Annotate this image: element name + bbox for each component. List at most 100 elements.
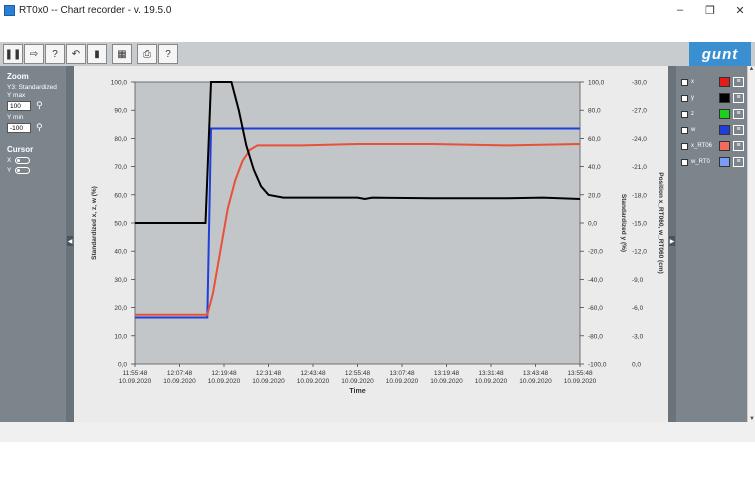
x-tick-time-label: 13:07:48 — [389, 370, 415, 377]
x-tick-date-label: 10.09.2020 — [475, 378, 508, 385]
y-right2-tick-label: -12,0 — [632, 249, 647, 256]
zoom-magnifier-icon[interactable]: ⚲ — [36, 100, 43, 111]
x-tick-date-label: 10.09.2020 — [163, 378, 196, 385]
y-right-tick-label: 40,0 — [588, 164, 601, 171]
y-right-tick-label: 60,0 — [588, 136, 601, 143]
channel-menu-icon[interactable]: ≡ — [733, 157, 744, 167]
channel-checkbox[interactable] — [681, 110, 688, 118]
y-left-axis-label: Standardized x, z, w (%) — [91, 186, 98, 260]
x-tick-time-label: 12:19:48 — [211, 370, 237, 377]
scroll-down-icon[interactable]: ▼ — [748, 416, 755, 422]
zoom-magnifier-icon[interactable]: ⚲ — [36, 122, 43, 133]
y-right2-tick-label: -27,0 — [632, 108, 647, 115]
chart: 100,0 90,0 80,0 70,0 60,0 50,0 40,0 30,0 20,0 10,… — [91, 80, 664, 396]
x-tick-time-label: 12:07:48 — [167, 370, 193, 377]
channel-color-swatch[interactable] — [719, 77, 730, 87]
maximize-button[interactable]: ❐ — [695, 0, 725, 20]
channel-row-y: y ≡ — [676, 90, 747, 106]
ymax-label: Y max — [7, 92, 26, 99]
channel-color-swatch[interactable] — [719, 141, 730, 151]
printer-icon: ⎙ — [143, 48, 151, 60]
ymax-input[interactable]: 100 — [7, 100, 31, 111]
left-panel-splitter[interactable]: ◀ — [66, 66, 74, 422]
close-button[interactable]: ✕ — [725, 0, 755, 20]
window-title: RT0x0 -- Chart recorder - v. 19.5.0 — [19, 4, 172, 16]
channel-name: y — [691, 95, 694, 101]
cursor-y-label: Y — [7, 167, 12, 174]
x-tick-time-label: 12:43:48 — [300, 370, 326, 377]
x-tick-date-label: 10.09.2020 — [564, 378, 597, 385]
y-right-tick-label: -80,0 — [588, 333, 603, 340]
export-button[interactable]: ⇨ — [24, 44, 44, 64]
x-axis-label: Time — [349, 388, 365, 395]
collapse-right-icon[interactable]: ▶ — [669, 236, 675, 246]
channel-checkbox[interactable] — [681, 142, 688, 150]
pause-button[interactable]: ❚❚ — [3, 44, 23, 64]
vertical-scrollbar[interactable]: ▲ ▼ — [747, 66, 755, 422]
y-right-tick-label: 100,0 — [588, 80, 605, 87]
x-tick-date-label: 10.09.2020 — [252, 378, 285, 385]
x-tick-date-label: 10.09.2020 — [341, 378, 374, 385]
y-left-tick-label: 30,0 — [114, 277, 127, 284]
ymin-label: Y min — [7, 114, 24, 121]
channel-menu-icon[interactable]: ≡ — [733, 77, 744, 87]
title-bar: RT0x0 -- Chart recorder - v. 19.5.0 – ❐ … — [0, 0, 755, 20]
channel-checkbox[interactable] — [681, 94, 688, 102]
minimize-button[interactable]: – — [665, 0, 695, 20]
channel-row-w-rt0: w_RT0 ≡ — [676, 154, 747, 170]
print-button[interactable]: ⎙ — [137, 44, 157, 64]
x-tick-date-label: 10.09.2020 — [386, 378, 419, 385]
help-button[interactable]: ? — [158, 44, 178, 64]
scroll-up-icon[interactable]: ▲ — [748, 66, 755, 72]
channel-checkbox[interactable] — [681, 158, 688, 166]
x-tick-date-label: 10.09.2020 — [430, 378, 463, 385]
channel-menu-icon[interactable]: ≡ — [733, 93, 744, 103]
channel-menu-icon[interactable]: ≡ — [733, 125, 744, 135]
channel-color-swatch[interactable] — [719, 109, 730, 119]
undo-button[interactable]: ↶ — [66, 44, 86, 64]
zoom-heading: Zoom — [7, 72, 29, 81]
question-cursor-icon: ? — [52, 48, 58, 60]
right-panel-splitter[interactable]: ▶ — [668, 66, 676, 422]
undo-icon: ↶ — [71, 48, 81, 60]
y-right2-tick-label: -3,0 — [632, 333, 644, 340]
channel-color-swatch[interactable] — [719, 157, 730, 167]
channel-row-x-rt06: x_RT06 ≡ — [676, 138, 747, 154]
cursor-x-toggle[interactable] — [15, 157, 31, 164]
x-tick-date-label: 10.09.2020 — [119, 378, 152, 385]
y-left-tick-label: 40,0 — [114, 249, 127, 256]
trash-icon: ▮ — [94, 48, 100, 60]
channel-checkbox[interactable] — [681, 78, 688, 86]
x-tick-time-label: 13:31:48 — [478, 370, 504, 377]
channel-name: x_RT06 — [691, 143, 712, 149]
channel-name: x — [691, 79, 694, 85]
y-right-tick-label: -60,0 — [588, 305, 603, 312]
channel-menu-icon[interactable]: ≡ — [733, 109, 744, 119]
cursor-x-label: X — [7, 157, 12, 164]
gunt-logo: gunt — [689, 42, 751, 66]
cursor-y-toggle[interactable] — [15, 167, 31, 174]
x-tick-time-label: 11:55:48 — [123, 370, 148, 377]
help-cursor-button[interactable]: ? — [45, 44, 65, 64]
collapse-left-icon[interactable]: ◀ — [67, 236, 73, 246]
channel-checkbox[interactable] — [681, 126, 688, 134]
y-left-tick-label: 20,0 — [114, 305, 127, 312]
y-left-tick-label: 10,0 — [114, 333, 127, 340]
grid-button[interactable]: ▦ — [112, 44, 132, 64]
y-right-tick-label: 20,0 — [588, 192, 601, 199]
y-right-tick-label: 0,0 — [588, 221, 597, 228]
toolbar: ❚❚ ⇨ ? ↶ ▮ ▦ ⎙ ? — [0, 42, 755, 66]
channel-color-swatch[interactable] — [719, 125, 730, 135]
y-right2-tick-label: -9,0 — [632, 277, 644, 284]
cursor-heading: Cursor — [7, 145, 34, 154]
channel-row-z: z ≡ — [676, 106, 747, 122]
ymin-input[interactable]: -100 — [7, 122, 31, 133]
help-icon: ? — [165, 48, 171, 60]
channel-color-swatch[interactable] — [719, 93, 730, 103]
y-left-tick-label: 100,0 — [111, 80, 128, 87]
delete-button[interactable]: ▮ — [87, 44, 107, 64]
channel-menu-icon[interactable]: ≡ — [733, 141, 744, 151]
y-right2-tick-label: -6,0 — [632, 305, 644, 312]
zoom-axis: Y3: Standardized — [7, 84, 57, 91]
app-icon — [4, 4, 15, 16]
